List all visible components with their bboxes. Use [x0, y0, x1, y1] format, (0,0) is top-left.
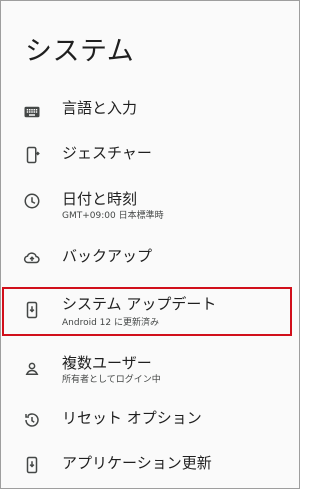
page-title: システム	[25, 36, 135, 67]
date-time-subtitle: GMT+09:00 日本標準時	[62, 211, 164, 221]
keyboard-icon	[23, 103, 41, 121]
backup-item[interactable]: バックアップ	[1, 236, 299, 284]
multiple-users-label: 複数ユーザー	[62, 354, 152, 372]
person-icon	[23, 360, 41, 378]
cloud-upload-icon	[23, 249, 41, 267]
language-input-item[interactable]: 言語と入力	[1, 90, 299, 138]
date-time-label: 日付と時刻	[62, 190, 138, 208]
selection-highlight	[2, 287, 292, 336]
backup-label: バックアップ	[62, 247, 153, 265]
gestures-label: ジェスチャー	[62, 144, 152, 162]
history-icon	[23, 411, 41, 429]
clock-icon	[23, 192, 41, 210]
reset-options-label: リセット オプション	[62, 409, 202, 427]
app-update-label: アプリケーション更新	[62, 454, 212, 472]
gesture-phone-icon	[23, 146, 41, 164]
language-input-label: 言語と入力	[62, 99, 138, 117]
date-time-item[interactable]: 日付と時刻 GMT+09:00 日本標準時	[1, 181, 299, 229]
gestures-item[interactable]: ジェスチャー	[1, 133, 299, 181]
app-update-icon	[23, 456, 41, 474]
reset-options-item[interactable]: リセット オプション	[1, 398, 299, 446]
multiple-users-subtitle: 所有者としてログイン中	[62, 375, 161, 385]
multiple-users-item[interactable]: 複数ユーザー 所有者としてログイン中	[1, 347, 299, 395]
app-update-item[interactable]: アプリケーション更新	[1, 443, 299, 488]
settings-screen: システム 言語と入力 ジェスチャー 日付と時刻 GMT+09:00 日本標準時 …	[0, 0, 300, 489]
